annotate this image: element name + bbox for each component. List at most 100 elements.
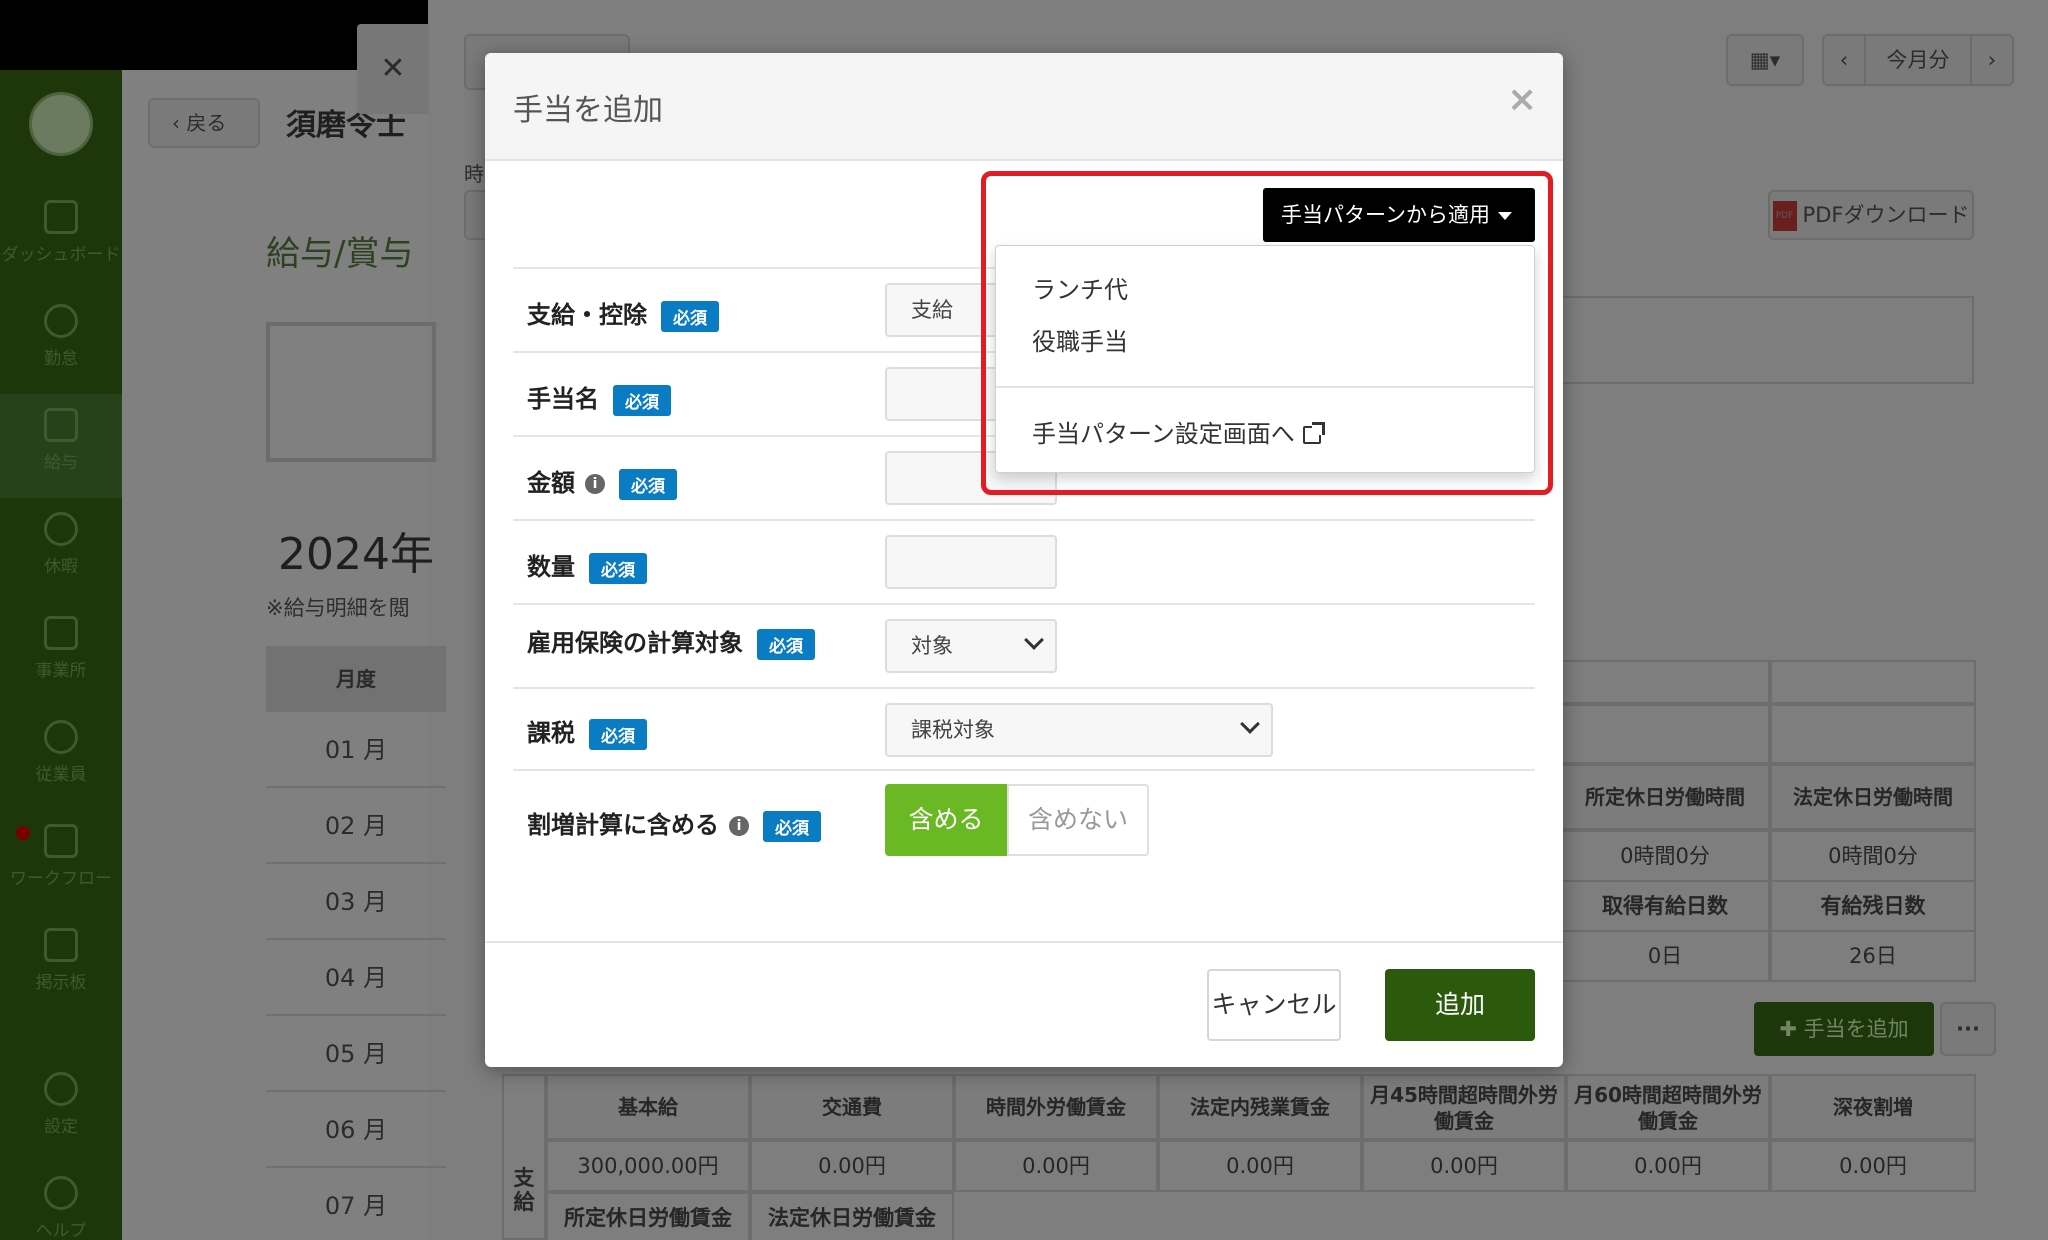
premium-label: 割増計算に含める i 必須 (527, 805, 821, 842)
taxation-label: 課税 必須 (527, 713, 647, 750)
quantity-label: 数量 必須 (527, 547, 647, 584)
info-icon[interactable]: i (585, 474, 605, 494)
table-cell: 0.00円 (1362, 1140, 1566, 1192)
add-button[interactable]: 追加 (1385, 969, 1535, 1041)
sidebar-item-board[interactable]: 掲示板 (0, 914, 122, 1018)
info-icon[interactable]: i (729, 816, 749, 836)
table-cell: 0時間0分 (1770, 830, 1976, 882)
help-icon (44, 1176, 78, 1210)
table-header: 法定休日労働賃金 (750, 1192, 954, 1240)
info-box (1560, 296, 1974, 384)
table-cell: 26日 (1770, 930, 1976, 982)
table-cell: 0.00円 (1566, 1140, 1770, 1192)
form-row-premium (513, 769, 1535, 771)
employment-insurance-select[interactable]: 対象 (885, 619, 1057, 673)
current-month-label[interactable]: 今月分 (1887, 48, 1950, 72)
sidebar-item-payroll[interactable]: 給与 (0, 394, 122, 498)
calendar-button[interactable]: ▦▾ (1726, 34, 1804, 86)
table-cell: 300,000.00円 (546, 1140, 750, 1192)
table-header: 基本給 (546, 1074, 750, 1140)
table-cell: 0.00円 (1158, 1140, 1362, 1192)
month-row[interactable]: 06 月 (266, 1092, 446, 1168)
table-cell: 0時間0分 (1560, 830, 1770, 882)
modal-footer-divider (485, 941, 1563, 943)
sidebar-item-workflow[interactable]: ワークフロー (0, 810, 122, 914)
table-header: 深夜割増 (1770, 1074, 1976, 1140)
table-header: 月60時間超時間外労働賃金 (1566, 1074, 1770, 1140)
calculator-icon (44, 408, 78, 442)
table-header: 時間外労働賃金 (954, 1074, 1158, 1140)
table-header: 所定休日労働賃金 (546, 1192, 750, 1240)
plus-icon: ✚ (1779, 1017, 1804, 1041)
clock-icon (44, 304, 78, 338)
section-title: 給与/賞与 (266, 234, 414, 274)
summary-box (266, 322, 436, 462)
highlight-box (981, 171, 1553, 495)
sidebar-item-leave[interactable]: 休暇 (0, 498, 122, 602)
month-row[interactable]: 01 月 (266, 712, 446, 788)
table-cell (1770, 704, 1976, 764)
table-cell (1560, 660, 1770, 704)
month-row[interactable]: 03 月 (266, 864, 446, 940)
company-logo[interactable] (29, 92, 93, 156)
add-allowance-button[interactable]: ✚ 手当を追加 (1754, 1002, 1934, 1056)
sidebar-item-employees[interactable]: 従業員 (0, 706, 122, 810)
prev-month-button[interactable]: ‹ (1824, 36, 1866, 84)
table-header: 月45時間超時間外労働賃金 (1362, 1074, 1566, 1140)
chevron-down-icon (1024, 630, 1044, 650)
taxation-select[interactable]: 課税対象 (885, 703, 1273, 757)
back-button[interactable]: ‹ 戻る (148, 98, 260, 148)
table-cell: 0.00円 (750, 1140, 954, 1192)
chevron-left-icon: ‹ (172, 111, 187, 135)
close-icon: ✕ (380, 51, 406, 86)
sidebar-item-attendance[interactable]: 勤怠 (0, 290, 122, 394)
type-label: 支給・控除 必須 (527, 295, 719, 332)
message-icon (44, 928, 78, 962)
checklist-icon (44, 824, 78, 858)
required-badge: 必須 (619, 468, 677, 500)
chevron-down-icon (1240, 714, 1260, 734)
table-cell: 0日 (1560, 930, 1770, 982)
required-badge: 必須 (613, 384, 671, 416)
name-label: 手当名 必須 (527, 379, 671, 416)
sidebar-item-help[interactable]: ヘルプ (0, 1162, 122, 1240)
table-cell: 0.00円 (954, 1140, 1158, 1192)
close-panel-button[interactable]: ✕ (357, 24, 429, 114)
month-row[interactable]: 02 月 (266, 788, 446, 864)
month-column-header: 月度 (266, 646, 446, 712)
sidebar-item-dashboard[interactable]: ダッシュボード (0, 186, 122, 290)
table-header: 所定休日労働時間 (1560, 764, 1770, 830)
employment-insurance-label: 雇用保険の計算対象 必須 (527, 623, 815, 660)
table-header: 交通費 (750, 1074, 954, 1140)
cancel-button[interactable]: キャンセル (1207, 969, 1341, 1041)
month-row[interactable]: 07 月 (266, 1168, 446, 1240)
amount-label: 金額 i 必須 (527, 463, 677, 500)
note-text: ※給与明細を閲 (266, 596, 410, 620)
table-header: 有給残日数 (1770, 880, 1976, 932)
premium-exclude-toggle[interactable]: 含めない (1007, 784, 1149, 856)
required-badge: 必須 (589, 552, 647, 584)
quantity-input[interactable] (885, 535, 1057, 589)
pdf-download-button[interactable]: PDF PDFダウンロード (1768, 190, 1974, 240)
grid-icon (44, 200, 78, 234)
payment-table: 支給 基本給 交通費 時間外労働賃金 法定内残業賃金 月45時間超時間外労働賃金… (502, 1074, 1976, 1240)
table-cell (1770, 660, 1976, 704)
required-badge: 必須 (589, 718, 647, 750)
next-month-button[interactable]: › (1970, 36, 2012, 84)
modal-title: 手当を追加 (513, 93, 663, 128)
user-icon (44, 720, 78, 754)
time-label: 時 (464, 162, 484, 186)
table-header: 法定休日労働時間 (1770, 764, 1976, 830)
month-switcher: ‹ 今月分 › (1822, 34, 2014, 86)
year-heading: 2024年 (278, 529, 434, 580)
premium-include-toggle[interactable]: 含める (885, 784, 1007, 856)
gear-icon (44, 1072, 78, 1106)
sidebar-item-settings[interactable]: 設定 (0, 1058, 122, 1162)
more-options-button[interactable]: ··· (1940, 1002, 1996, 1056)
table-header: 取得有給日数 (1560, 880, 1770, 932)
required-badge: 必須 (757, 628, 815, 660)
month-row[interactable]: 05 月 (266, 1016, 446, 1092)
sidebar-item-office[interactable]: 事業所 (0, 602, 122, 706)
modal-close-button[interactable]: × (1507, 79, 1537, 120)
month-row[interactable]: 04 月 (266, 940, 446, 1016)
